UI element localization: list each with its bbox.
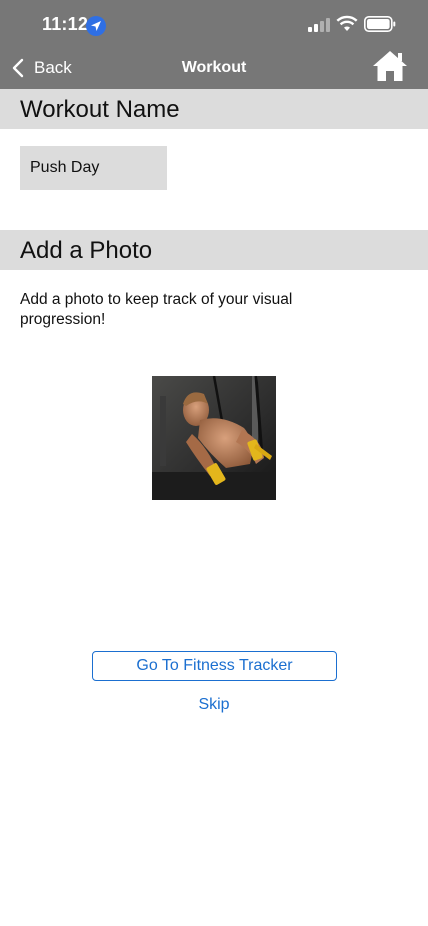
workout-photo-image [152, 376, 276, 500]
photo-description: Add a photo to keep track of your visual… [20, 291, 293, 328]
workout-photo[interactable] [152, 376, 276, 500]
status-bar: 11:12 [0, 0, 428, 44]
workout-name-input[interactable]: Push Day [20, 146, 167, 190]
home-icon[interactable] [372, 50, 408, 82]
page-title: Workout [181, 59, 247, 76]
status-time: 11:12 [42, 14, 89, 34]
wifi-icon [336, 15, 358, 31]
go-to-fitness-tracker-button[interactable]: Go To Fitness Tracker [92, 651, 337, 681]
workout-name-header: Workout Name [0, 89, 428, 129]
cellular-signal-icon [308, 18, 330, 32]
add-photo-header: Add a Photo [0, 230, 428, 270]
location-icon [86, 16, 106, 36]
skip-link[interactable]: Skip [0, 696, 428, 714]
navigation-bar: Back Workout [0, 44, 428, 90]
battery-icon [364, 16, 396, 32]
